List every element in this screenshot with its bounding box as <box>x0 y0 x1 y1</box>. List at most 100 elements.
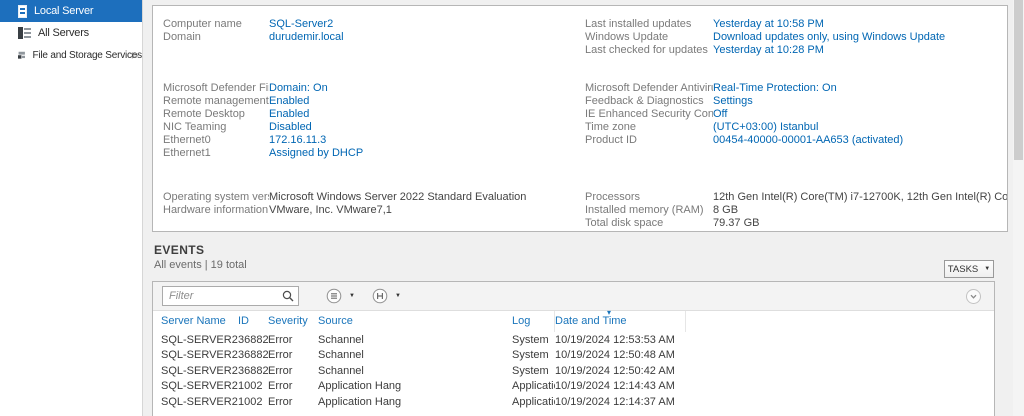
property-row: Microsoft Defender FirewallDomain: On <box>163 81 578 94</box>
event-row[interactable]: SQL-SERVER2 36882 Error Schannel System … <box>153 363 994 379</box>
property-value-link[interactable]: 00454-40000-00001-AA653 (activated) <box>713 134 903 146</box>
property-row: Product ID00454-40000-00001-AA653 (activ… <box>585 133 1005 146</box>
caret-down-icon: ▼ <box>395 293 401 299</box>
property-row: Last installed updatesYesterday at 10:58… <box>585 17 1005 30</box>
cell-date-time: 10/19/2024 12:50:42 AM <box>555 365 686 377</box>
property-row: Ethernet0172.16.11.3 <box>163 133 578 146</box>
tasks-button[interactable]: TASKS ▼ <box>944 260 994 278</box>
property-label: Last checked for updates <box>585 44 713 56</box>
column-header-severity[interactable]: Severity <box>268 311 318 332</box>
property-label: Ethernet1 <box>163 147 269 159</box>
property-value-link[interactable]: Yesterday at 10:58 PM <box>713 18 824 30</box>
saved-queries-dropdown-button[interactable]: ▼ <box>372 288 401 304</box>
cell-date-time: 10/19/2024 12:50:48 AM <box>555 349 686 361</box>
sidebar-item-all-servers[interactable]: All Servers <box>0 22 142 44</box>
property-value-link[interactable]: Yesterday at 10:28 PM <box>713 44 824 56</box>
property-label: Installed memory (RAM) <box>585 204 713 216</box>
tasks-button-label: TASKS <box>948 264 978 275</box>
property-value-link[interactable]: (UTC+03:00) Istanbul <box>713 121 818 133</box>
property-label: Remote management <box>163 95 269 107</box>
cell-id: 1002 <box>238 396 268 408</box>
cell-id: 36882 <box>238 365 268 377</box>
cell-server-name: SQL-SERVER2 <box>161 396 238 408</box>
events-section-title: EVENTS <box>154 243 204 257</box>
property-row: Microsoft Defender AntivirusReal-Time Pr… <box>585 81 1005 94</box>
column-header-source[interactable]: Source <box>318 311 512 332</box>
property-value-link[interactable]: Enabled <box>269 108 309 120</box>
property-value-link[interactable]: Assigned by DHCP <box>269 147 363 159</box>
cell-source: Schannel <box>318 349 512 361</box>
filter-input[interactable] <box>162 286 299 306</box>
property-row: Computer nameSQL-Server2 <box>163 17 578 30</box>
property-label: Product ID <box>585 134 713 146</box>
events-toolbar: ▼ ▼ <box>153 282 994 311</box>
cell-date-time: 10/19/2024 12:14:43 AM <box>555 380 686 392</box>
saved-query-icon <box>372 288 388 304</box>
property-row: NIC TeamingDisabled <box>163 120 578 133</box>
cell-source: Schannel <box>318 334 512 346</box>
cell-date-time: 10/19/2024 12:14:37 AM <box>555 396 686 408</box>
cell-server-name: SQL-SERVER2 <box>161 349 238 361</box>
scrollbar-thumb[interactable] <box>1014 0 1023 160</box>
sidebar-item-label: Local Server <box>34 5 93 17</box>
property-label: Ethernet0 <box>163 134 269 146</box>
filter-criteria-dropdown-button[interactable]: ▼ <box>326 288 355 304</box>
sidebar-item-local-server[interactable]: Local Server <box>0 0 142 22</box>
events-panel: ▼ ▼ Server Name ID Severity Source Log D… <box>152 281 995 416</box>
sidebar-nav: Local Server All Servers File and Storag… <box>0 0 143 416</box>
property-row: Windows UpdateDownload updates only, usi… <box>585 30 1005 43</box>
cell-date-time: 10/19/2024 12:53:53 AM <box>555 334 686 346</box>
cell-source: Application Hang <box>318 380 512 392</box>
property-label: Computer name <box>163 18 269 30</box>
property-value-link[interactable]: SQL-Server2 <box>269 18 333 30</box>
event-row[interactable]: SQL-SERVER2 36882 Error Schannel System … <box>153 332 994 348</box>
sidebar-item-label: File and Storage Services <box>32 50 142 61</box>
cell-severity: Error <box>268 334 318 346</box>
property-row: Remote DesktopEnabled <box>163 107 578 120</box>
cell-log: Application <box>512 380 555 392</box>
property-value-link[interactable]: durudemir.local <box>269 31 344 43</box>
event-row[interactable]: SQL-SERVER2 36882 Error Schannel System … <box>153 348 994 364</box>
property-value-link[interactable]: Off <box>713 108 727 120</box>
local-server-icon <box>18 5 27 18</box>
property-label: Processors <box>585 191 713 203</box>
property-value-link[interactable]: Enabled <box>269 95 309 107</box>
cell-log: System <box>512 349 555 361</box>
column-header-server-name[interactable]: Server Name <box>161 311 238 332</box>
property-row: Installed memory (RAM)8 GB <box>585 203 1005 216</box>
file-storage-services-icon <box>18 49 25 62</box>
property-label: Remote Desktop <box>163 108 269 120</box>
column-header-id[interactable]: ID <box>238 311 268 332</box>
property-label: Time zone <box>585 121 713 133</box>
sidebar-item-file-storage-services[interactable]: File and Storage Services ▷ <box>0 44 142 66</box>
chevron-right-icon[interactable]: ▷ <box>132 51 138 60</box>
caret-down-icon: ▼ <box>349 293 355 299</box>
property-value-link[interactable]: 172.16.11.3 <box>269 134 326 146</box>
sidebar-item-label: All Servers <box>38 27 89 39</box>
column-header-log[interactable]: Log <box>512 311 555 332</box>
property-label: Operating system version <box>163 191 269 203</box>
property-row: Remote managementEnabled <box>163 94 578 107</box>
event-row[interactable]: SQL-SERVER2 1002 Error Application Hang … <box>153 379 994 395</box>
property-row: Ethernet1Assigned by DHCP <box>163 146 578 159</box>
property-row: IE Enhanced Security ConfigurationOff <box>585 107 1005 120</box>
cell-id: 36882 <box>238 334 268 346</box>
property-value-link[interactable]: Download updates only, using Windows Upd… <box>713 31 945 43</box>
event-row[interactable]: SQL-SERVER2 1002 Error Application Hang … <box>153 394 994 410</box>
vertical-scrollbar[interactable] <box>1013 0 1024 416</box>
cell-log: System <box>512 334 555 346</box>
property-value-link[interactable]: Disabled <box>269 121 312 133</box>
events-table-body: SQL-SERVER2 36882 Error Schannel System … <box>153 332 994 410</box>
property-value-link[interactable]: Real-Time Protection: On <box>713 82 837 94</box>
property-value-link[interactable]: Domain: On <box>269 82 328 94</box>
cell-source: Application Hang <box>318 396 512 408</box>
property-value: 79.37 GB <box>713 217 759 229</box>
column-header-date-time[interactable]: Date and Time ▾ <box>555 311 686 332</box>
cell-server-name: SQL-SERVER2 <box>161 334 238 346</box>
cell-severity: Error <box>268 349 318 361</box>
cell-server-name: SQL-SERVER2 <box>161 380 238 392</box>
events-table-header: Server Name ID Severity Source Log Date … <box>153 311 994 332</box>
collapse-panel-button[interactable] <box>966 289 981 304</box>
property-label: Hardware information <box>163 204 269 216</box>
property-value-link[interactable]: Settings <box>713 95 753 107</box>
